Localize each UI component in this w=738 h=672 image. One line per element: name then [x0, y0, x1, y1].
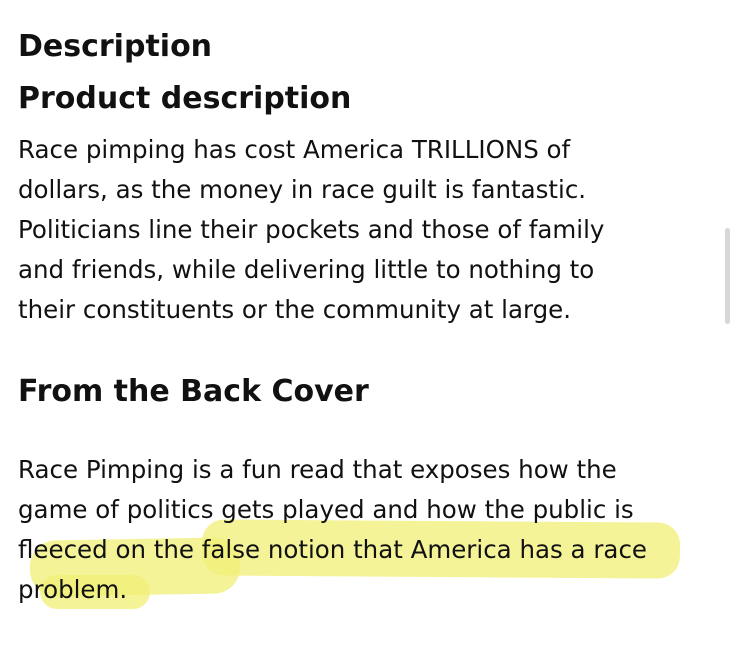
product-description-line: their constituents or the community at l… [18, 295, 572, 324]
back-cover-text: Race Pimping is a fun read that exposes … [18, 450, 728, 610]
product-description-line: dollars, as the money in race guilt is f… [18, 175, 587, 204]
product-description-line: Race pimping has cost America TRILLIONS … [18, 135, 571, 164]
product-description-page: Description Product description Race pim… [0, 0, 738, 672]
product-description-line: Politicians line their pockets and those… [18, 215, 605, 244]
product-description-heading: Product description [18, 81, 352, 116]
back-cover-heading: From the Back Cover [18, 374, 369, 409]
product-description-text: Race pimping has cost America TRILLIONS … [18, 130, 728, 330]
scrollbar[interactable] [725, 228, 730, 324]
back-cover-line: problem. [18, 575, 128, 604]
back-cover-line: game of politics gets played and how the… [18, 495, 634, 524]
back-cover-line: Race Pimping is a fun read that exposes … [18, 455, 617, 484]
back-cover-line: fleeced on the false notion that America… [18, 535, 647, 564]
product-description-line: and friends, while delivering little to … [18, 255, 595, 284]
description-heading: Description [18, 29, 213, 64]
